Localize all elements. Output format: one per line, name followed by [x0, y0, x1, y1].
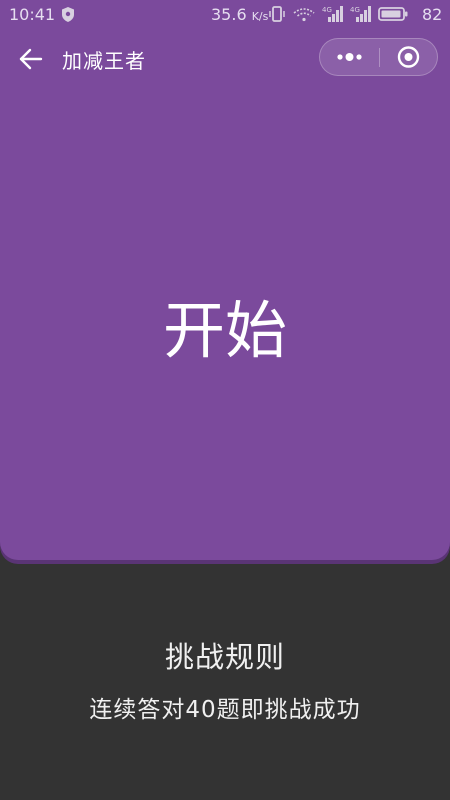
- signal-icon-2: 4G: [350, 6, 371, 22]
- rules-title: 挑战规则: [164, 640, 285, 674]
- svg-text:4G: 4G: [350, 6, 360, 14]
- status-icons: 4G 4G: [268, 5, 408, 23]
- status-time: 10:41: [9, 5, 56, 24]
- close-button[interactable]: [380, 39, 437, 75]
- target-close-icon: [397, 46, 420, 68]
- miniprogram-capsule: [319, 38, 438, 76]
- status-bar: 10:41 35.6 K/s 4G 4G 82: [0, 0, 450, 28]
- back-button[interactable]: [18, 46, 44, 72]
- network-speed-value: 35.6: [211, 5, 247, 24]
- wifi-icon: [293, 8, 315, 22]
- page-title: 加减王者: [62, 49, 146, 73]
- battery-level: 82: [422, 5, 443, 24]
- more-dots-icon: [337, 53, 362, 61]
- battery-icon: [378, 7, 408, 21]
- network-speed-unit: K/s: [251, 10, 269, 23]
- network-speed: 35.6 K/s: [211, 5, 268, 24]
- more-button[interactable]: [320, 39, 379, 75]
- shield-icon: [62, 7, 74, 22]
- app-screen: 10:41 35.6 K/s 4G 4G 82 加减王者 开始 挑战规则 连续答…: [0, 0, 450, 800]
- svg-text:4G: 4G: [322, 6, 332, 14]
- vibrate-icon: [269, 6, 285, 22]
- arrow-left-icon: [19, 48, 43, 70]
- rules-description: 连续答对40题即挑战成功: [89, 697, 361, 723]
- signal-icon-1: 4G: [322, 6, 343, 22]
- start-button[interactable]: 开始: [100, 270, 350, 380]
